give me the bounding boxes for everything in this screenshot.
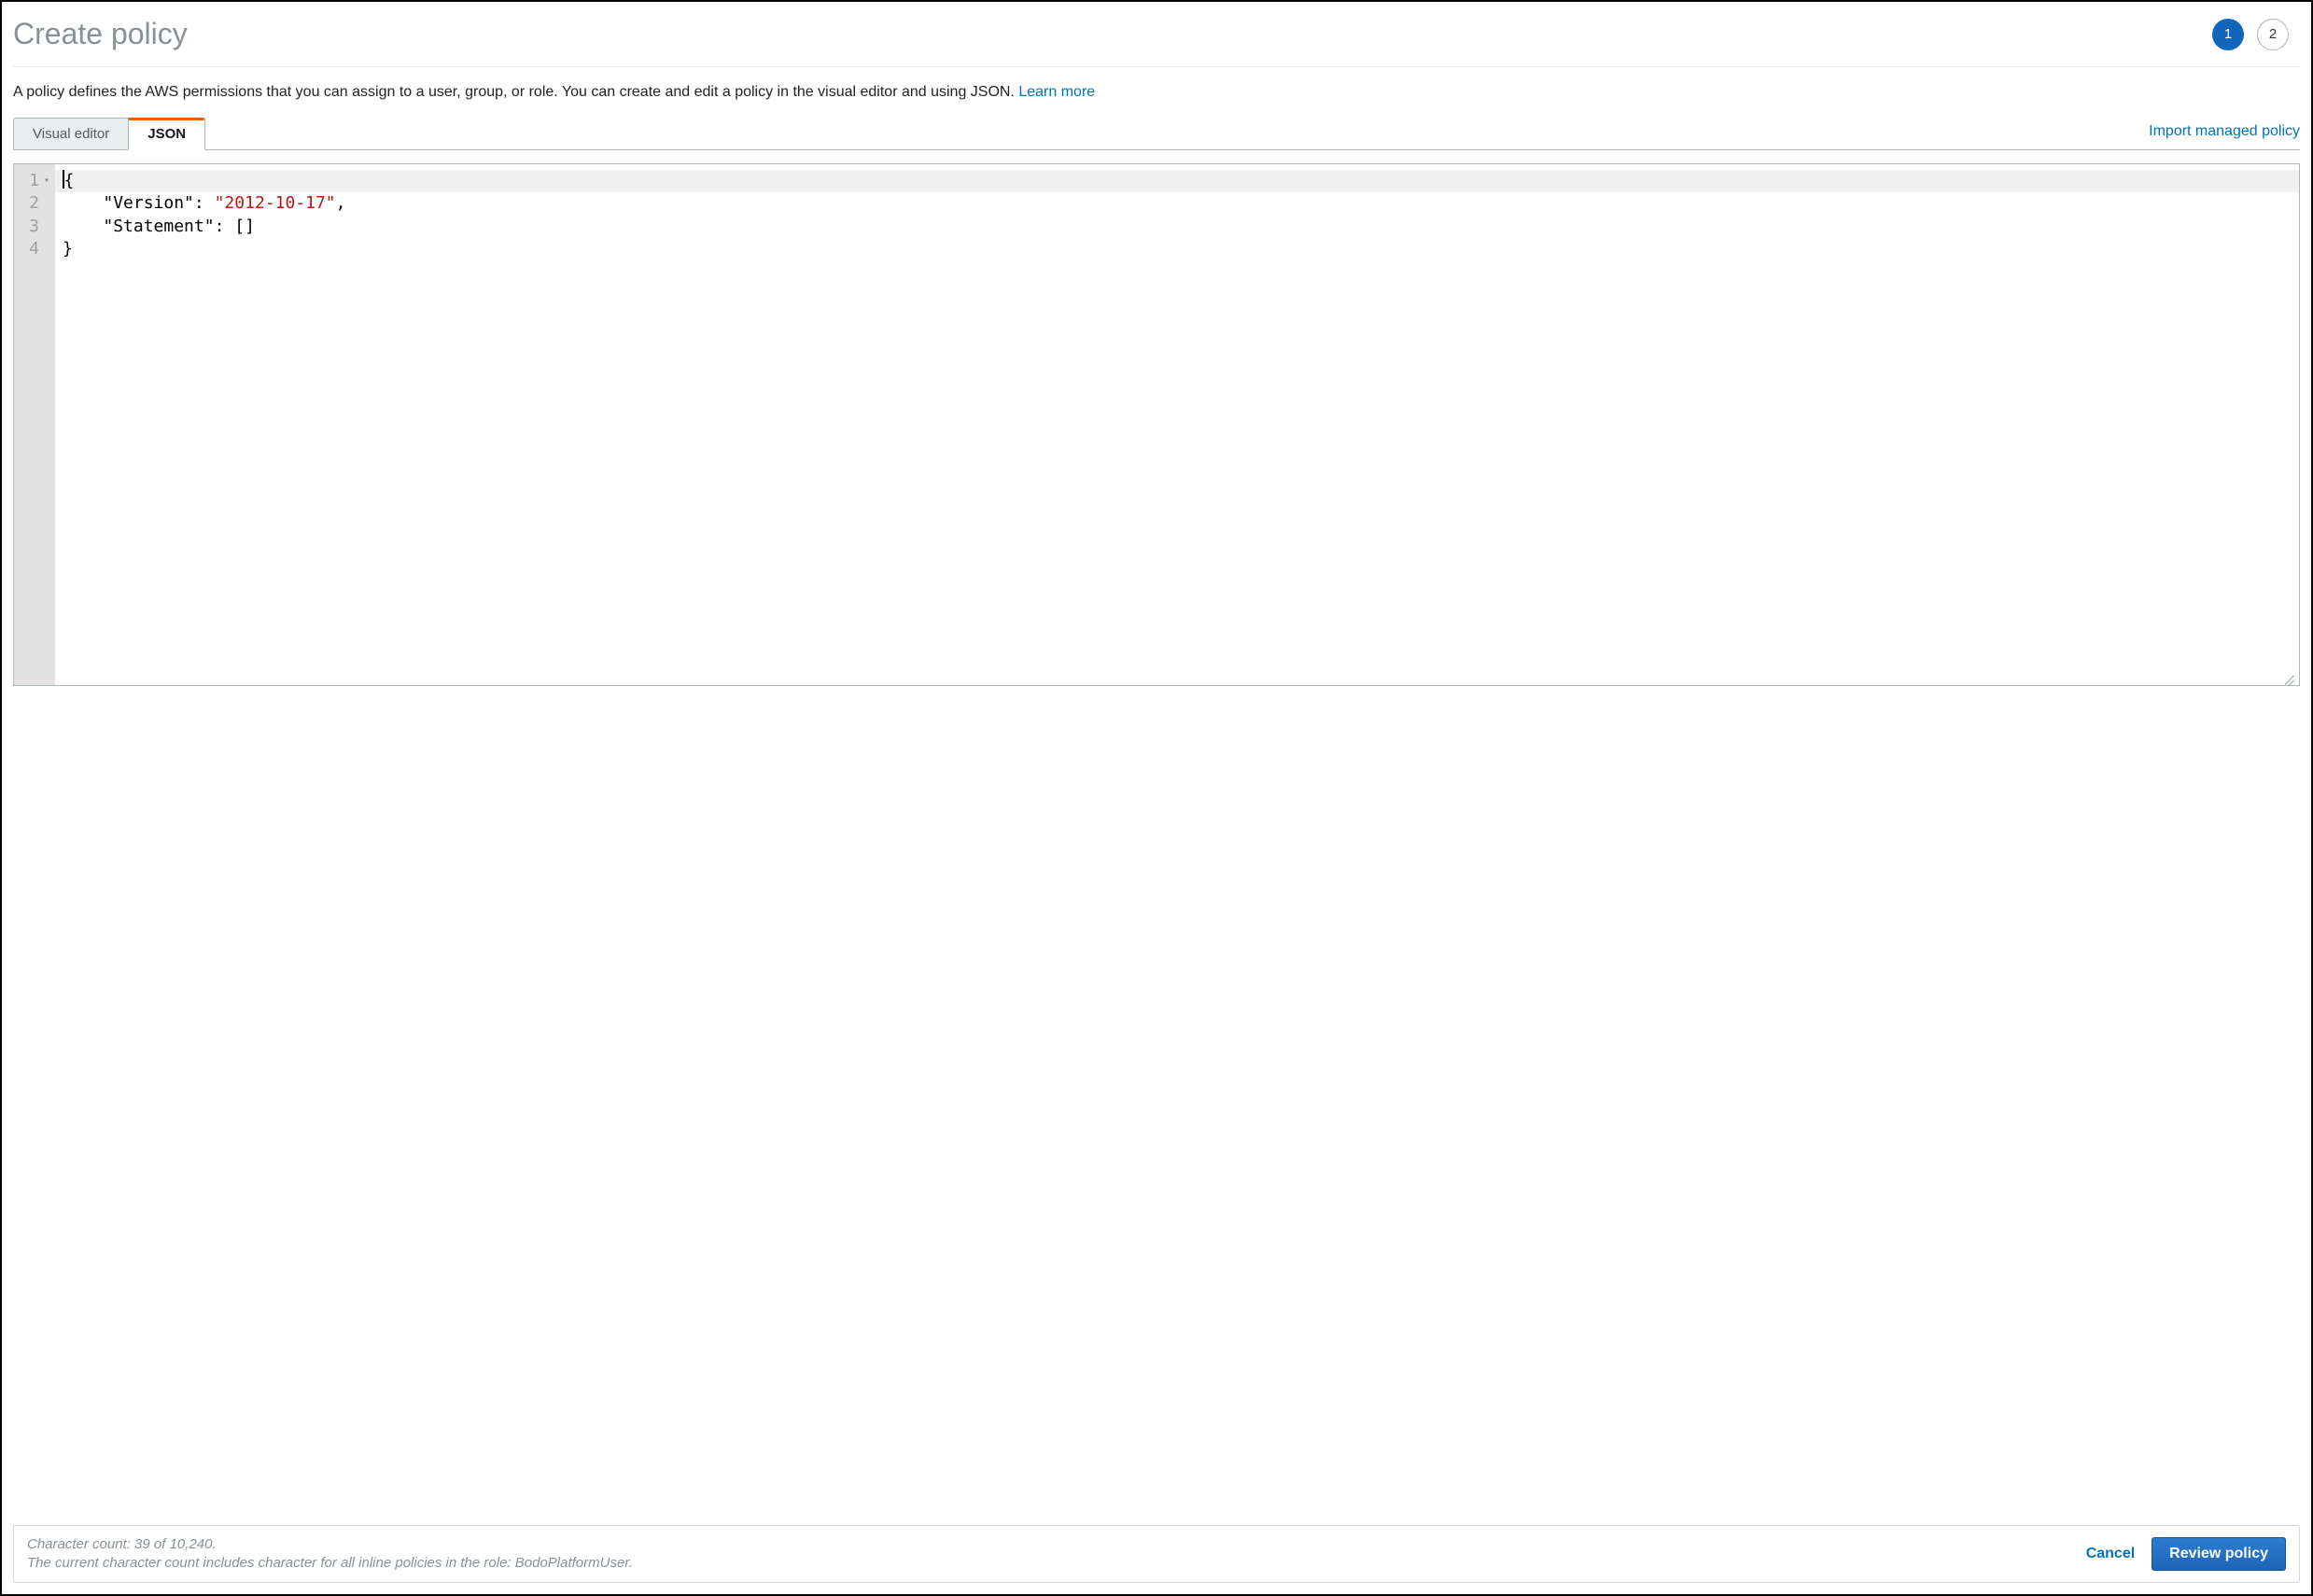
editor-tabs-wrapper: Visual editor JSON Import managed policy (13, 118, 2300, 150)
code-token: [] (234, 217, 255, 236)
code-area[interactable]: { "Version": "2012-10-17", "Statement": … (55, 164, 2299, 685)
editor-tabs: Visual editor JSON (13, 118, 2300, 150)
line-number: 2 (29, 192, 39, 215)
character-count-line: Character count: 39 of 10,240. (27, 1535, 633, 1554)
code-token: : (215, 217, 235, 236)
code-token: "Statement" (103, 217, 214, 236)
line-number: 4 (29, 238, 39, 260)
step-indicator: 1 2 (2212, 19, 2300, 50)
code-token: , (336, 193, 346, 213)
footer-bar: Character count: 39 of 10,240. The curre… (13, 1525, 2300, 1584)
policy-description-text: A policy defines the AWS permissions tha… (13, 84, 1018, 100)
character-count-info: The current character count includes cha… (27, 1554, 633, 1573)
learn-more-link[interactable]: Learn more (1018, 84, 1095, 100)
code-token: { (64, 171, 75, 190)
spacer (13, 686, 2300, 1508)
resize-handle-icon[interactable] (2284, 670, 2297, 683)
step-1[interactable]: 1 (2212, 19, 2244, 50)
json-code-editor[interactable]: 1▾ 2 3 4 { "Version": "2012-10-17", "Sta… (13, 163, 2300, 686)
fold-arrow-icon[interactable]: ▾ (42, 175, 49, 188)
line-number: 3 (29, 216, 39, 238)
text-cursor (63, 170, 64, 189)
import-managed-policy-link[interactable]: Import managed policy (2149, 123, 2300, 140)
tab-json[interactable]: JSON (128, 118, 205, 150)
page-title: Create policy (13, 17, 188, 51)
footer-actions: Cancel Review policy (2086, 1537, 2286, 1571)
code-token: : (194, 193, 215, 213)
policy-description: A policy defines the AWS permissions tha… (13, 84, 2300, 101)
step-2[interactable]: 2 (2257, 19, 2289, 50)
review-policy-button[interactable]: Review policy (2152, 1537, 2286, 1571)
cancel-button[interactable]: Cancel (2086, 1546, 2135, 1562)
code-token: } (63, 239, 73, 259)
code-token: "2012-10-17" (215, 193, 336, 213)
code-content: { "Version": "2012-10-17", "Statement": … (63, 170, 2292, 260)
page-header: Create policy 1 2 (13, 13, 2300, 67)
line-number: 1 (29, 170, 39, 192)
code-token: "Version" (103, 193, 194, 213)
footer-info: Character count: 39 of 10,240. The curre… (27, 1535, 633, 1574)
tab-visual-editor[interactable]: Visual editor (13, 118, 128, 150)
code-gutter: 1▾ 2 3 4 (14, 164, 55, 685)
